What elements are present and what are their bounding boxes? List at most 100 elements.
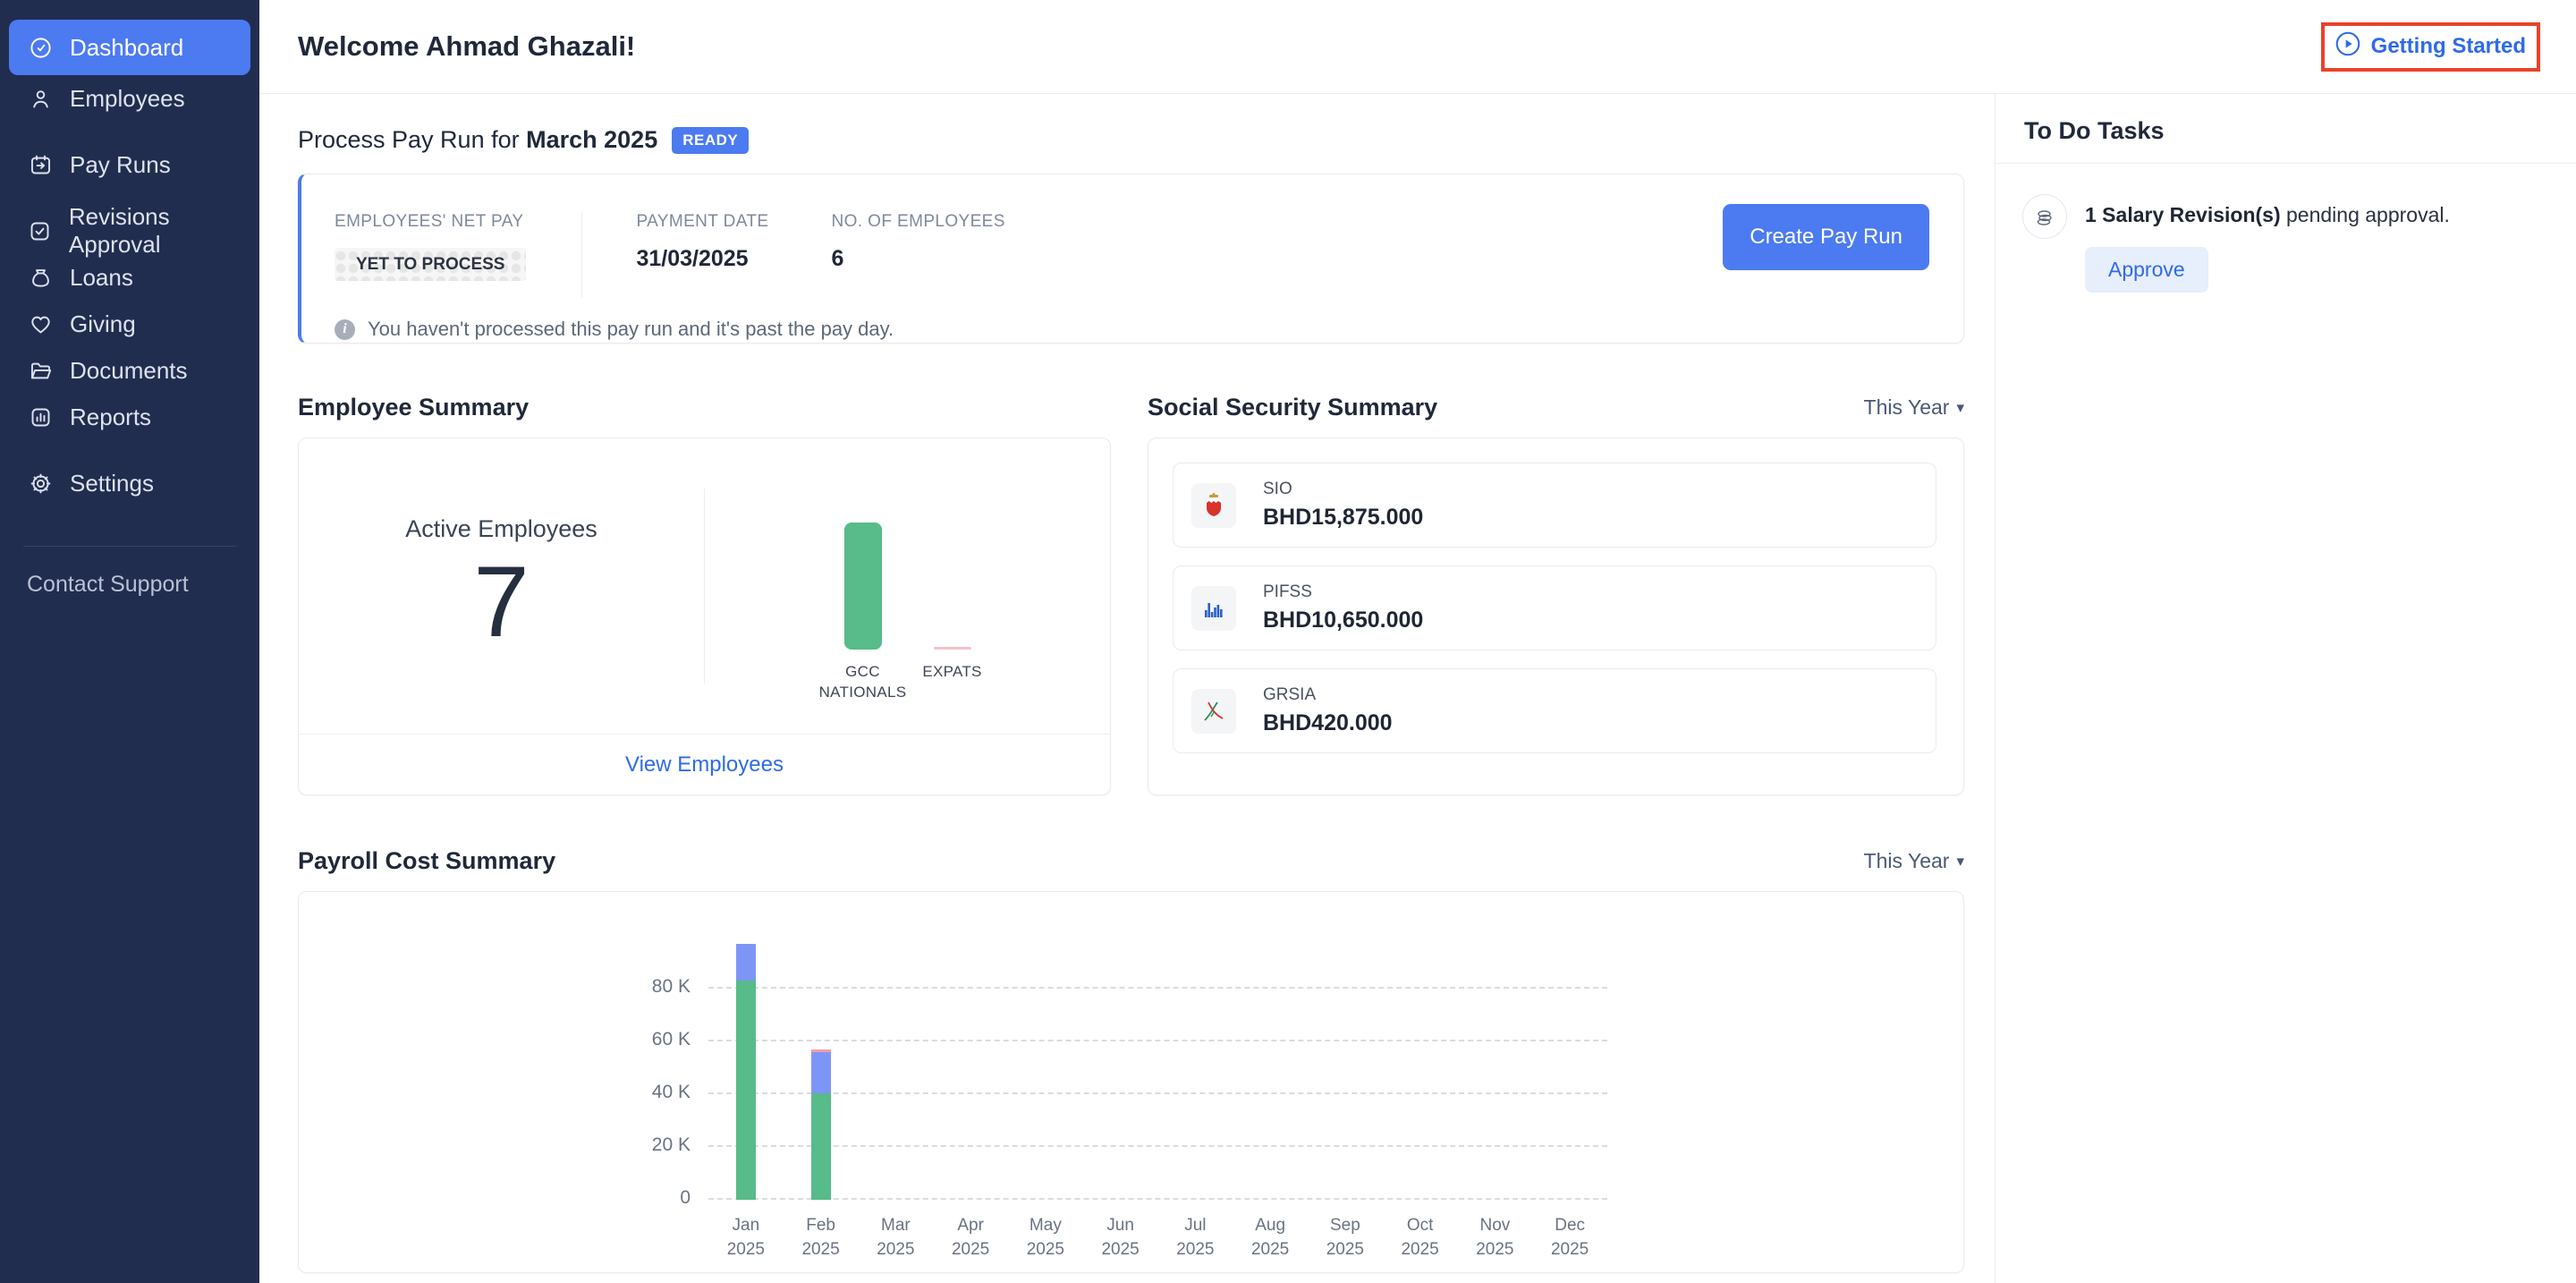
sidebar-item-label: Documents	[70, 357, 188, 385]
y-axis-tick: 80 K	[608, 976, 691, 998]
payroll-cost-chart: 020 K40 K60 K80 K	[708, 930, 1607, 1200]
todo-title: To Do Tasks	[1996, 94, 2576, 164]
x-axis-label: Nov2025	[1458, 1214, 1533, 1262]
sio-amount: BHD15,875.000	[1263, 505, 1423, 531]
content-area: Welcome Ahmad Ghazali! Getting Started P…	[259, 0, 2576, 1283]
employee-count-column: NO. OF EMPLOYEES 6	[832, 212, 1005, 298]
x-axis-label: Jun2025	[1083, 1214, 1158, 1262]
page-title: Welcome Ahmad Ghazali!	[298, 30, 635, 63]
sidebar-item-employees[interactable]: Employees	[0, 75, 259, 122]
sio-label: SIO	[1263, 480, 1423, 499]
x-axis-label: Jul2025	[1158, 1214, 1233, 1262]
employee-bar	[844, 523, 882, 650]
x-axis-label: Mar2025	[859, 1214, 934, 1262]
chevron-down-icon: ▾	[1956, 853, 1964, 871]
annotation-highlight: Getting Started	[2321, 22, 2540, 72]
sidebar-item-loans[interactable]: Loans	[0, 254, 259, 301]
x-axis-label: Apr2025	[933, 1214, 1008, 1262]
employee-count-label: NO. OF EMPLOYEES	[832, 212, 1005, 232]
dashboard-icon	[27, 34, 54, 61]
getting-started-button[interactable]: Getting Started	[2335, 31, 2526, 63]
net-pay-label: EMPLOYEES' NET PAY	[335, 212, 526, 232]
payrun-info-text: You haven't processed this pay run and i…	[368, 318, 894, 341]
sidebar-item-documents[interactable]: Documents	[0, 347, 259, 394]
payment-date-label: PAYMENT DATE	[636, 212, 768, 232]
sidebar-item-label: Giving	[70, 310, 136, 338]
x-axis-label: Oct2025	[1383, 1214, 1458, 1262]
payroll-cost-title: Payroll Cost Summary	[298, 847, 555, 875]
contact-support-link[interactable]: Contact Support	[0, 572, 259, 598]
sidebar-item-giving[interactable]: Giving	[0, 301, 259, 347]
employee-bar-label: GCCNATIONALS	[819, 662, 907, 712]
bar-chart-icon	[27, 404, 54, 430]
net-pay-status-chip: YET TO PROCESS	[335, 248, 526, 281]
checkbox-icon	[27, 217, 53, 244]
y-axis-tick: 20 K	[608, 1134, 691, 1156]
sidebar-item-revisions-approval[interactable]: Revisions Approval	[0, 208, 259, 254]
sidebar-item-label: Reports	[70, 404, 151, 431]
x-axis-label: Dec2025	[1532, 1214, 1607, 1262]
sidebar-item-label: Revisions Approval	[69, 203, 259, 259]
x-axis-label: Aug2025	[1233, 1214, 1308, 1262]
todo-task-text: 1 Salary Revision(s) pending approval.	[2085, 203, 2450, 227]
active-employees-label: Active Employees	[405, 515, 597, 543]
payroll-cost-period-dropdown[interactable]: This Year ▾	[1864, 849, 1964, 873]
sidebar-item-settings[interactable]: Settings	[0, 460, 259, 506]
social-security-card: SIO BHD15,875.000	[1148, 438, 1964, 795]
play-circle-icon	[2335, 31, 2360, 63]
sidebar-item-dashboard[interactable]: Dashboard	[9, 20, 250, 75]
bar-segment-green-segment	[811, 1093, 831, 1200]
top-header: Welcome Ahmad Ghazali! Getting Started	[259, 0, 2576, 94]
sidebar-item-label: Employees	[70, 85, 185, 113]
gridline: 0	[708, 1198, 1607, 1200]
todo-panel: To Do Tasks 1 Salary Revision(s) pending…	[1995, 94, 2576, 1283]
x-axis-label: May2025	[1008, 1214, 1083, 1262]
gridline: 80 K	[708, 987, 1607, 989]
payrun-section-title: Process Pay Run for March 2025	[298, 126, 657, 154]
y-axis-tick: 40 K	[608, 1082, 691, 1103]
social-security-title: Social Security Summary	[1148, 394, 1437, 421]
sidebar-item-label: Loans	[70, 264, 133, 292]
create-pay-run-button[interactable]: Create Pay Run	[1723, 204, 1929, 270]
employee-summary-card: Active Employees 7 GCCNATIONALS EXPATS Vi…	[298, 438, 1111, 795]
employee-bar-label: EXPATS	[922, 662, 981, 712]
pifss-logo-icon	[1191, 586, 1236, 631]
main-panel: Process Pay Run for March 2025 READY EMP…	[259, 94, 1995, 1283]
payment-date-value: 31/03/2025	[636, 246, 768, 272]
employee-chart-slot: GCCNATIONALS	[818, 460, 908, 712]
bar-segment-blue-segment	[736, 944, 756, 981]
chevron-down-icon: ▾	[1956, 399, 1964, 417]
payment-date-column: PAYMENT DATE 31/03/2025	[636, 212, 768, 298]
employee-summary-title: Employee Summary	[298, 394, 529, 421]
payrun-card: EMPLOYEES' NET PAY YET TO PROCESS PAYMEN…	[298, 174, 1964, 344]
x-axis: Jan2025Feb2025Mar2025Apr2025May2025Jun20…	[708, 1214, 1607, 1262]
approve-button[interactable]: Approve	[2085, 247, 2208, 293]
gridline: 60 K	[708, 1040, 1607, 1041]
sidebar-item-reports[interactable]: Reports	[0, 394, 259, 440]
sidebar-item-label: Settings	[70, 470, 154, 497]
gear-icon	[27, 470, 54, 497]
employees-icon	[27, 85, 54, 112]
y-axis-tick: 60 K	[608, 1029, 691, 1050]
social-security-period-dropdown[interactable]: This Year ▾	[1864, 395, 1964, 420]
employee-bar	[934, 647, 971, 650]
info-icon: i	[335, 319, 355, 340]
view-employees-link[interactable]: View Employees	[625, 752, 784, 777]
x-axis-label: Sep2025	[1308, 1214, 1383, 1262]
todo-task: 1 Salary Revision(s) pending approval. A…	[1996, 164, 2576, 293]
sidebar: Dashboard Employees Pay Runs Revisions A…	[0, 0, 259, 1283]
x-axis-label: Feb2025	[784, 1214, 859, 1262]
money-bag-icon	[27, 264, 54, 291]
social-security-row-pifss: PIFSS BHD10,650.000	[1173, 565, 1936, 650]
social-security-row-sio: SIO BHD15,875.000	[1173, 463, 1936, 548]
net-pay-column: EMPLOYEES' NET PAY YET TO PROCESS	[335, 212, 526, 298]
bar-segment-green-segment	[736, 981, 756, 1200]
active-employees-block: Active Employees 7	[299, 438, 704, 734]
social-security-row-grsia: GRSIA BHD420.000	[1173, 668, 1936, 753]
heart-icon	[27, 310, 54, 337]
sidebar-item-label: Pay Runs	[70, 151, 171, 179]
x-axis-label: Jan2025	[708, 1214, 784, 1262]
sidebar-item-pay-runs[interactable]: Pay Runs	[0, 141, 259, 188]
status-badge: READY	[672, 127, 749, 154]
payruns-icon	[27, 151, 54, 178]
